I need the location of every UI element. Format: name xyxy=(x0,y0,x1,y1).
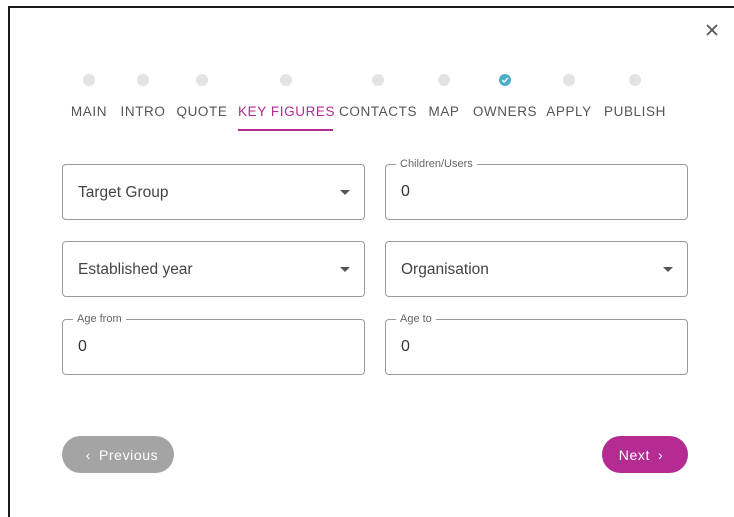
step-indicator-icon xyxy=(372,74,384,86)
children-users-value: 0 xyxy=(401,183,410,200)
established-year-placeholder: Established year xyxy=(78,261,193,278)
step-owners[interactable]: OWNERS xyxy=(472,70,538,130)
check-icon xyxy=(499,74,511,86)
previous-button-label: Previous xyxy=(98,446,159,463)
step-label: PUBLISH xyxy=(604,104,666,119)
age-from-value: 0 xyxy=(78,338,87,355)
step-map[interactable]: MAP xyxy=(424,70,464,130)
organisation-select[interactable]: Organisation xyxy=(385,241,688,297)
age-from-label: Age from xyxy=(73,312,126,326)
next-button[interactable]: Next › xyxy=(602,436,688,473)
step-indicator-icon xyxy=(137,74,149,86)
step-indicator-icon xyxy=(438,74,450,86)
dropdown-caret-icon xyxy=(340,190,350,195)
close-icon[interactable] xyxy=(704,22,720,38)
chevron-right-icon: › xyxy=(657,446,664,463)
step-indicator-icon xyxy=(196,74,208,86)
step-quote[interactable]: QUOTE xyxy=(176,70,228,130)
age-to-value: 0 xyxy=(401,338,410,355)
step-label: MAIN xyxy=(70,104,108,119)
age-from-field[interactable]: Age from 0 xyxy=(62,312,365,375)
age-to-field[interactable]: Age to 0 xyxy=(385,312,688,375)
key-figures-dialog: MAIN INTRO QUOTE KEY FIGURES CONTACTS MA… xyxy=(8,6,734,517)
step-publish[interactable]: PUBLISH xyxy=(602,70,668,130)
chevron-left-icon: ‹ xyxy=(85,446,91,463)
step-navigation: MAIN INTRO QUOTE KEY FIGURES CONTACTS MA… xyxy=(10,70,734,131)
next-button-label: Next xyxy=(618,446,650,463)
step-label: QUOTE xyxy=(176,104,228,119)
active-step-underline xyxy=(238,129,333,131)
age-to-label: Age to xyxy=(396,312,436,326)
children-users-label: Children/Users xyxy=(396,157,477,171)
step-label: APPLY xyxy=(546,104,592,119)
step-label: OWNERS xyxy=(472,104,538,119)
target-group-placeholder: Target Group xyxy=(78,184,169,201)
step-main[interactable]: MAIN xyxy=(66,70,112,130)
children-users-field[interactable]: Children/Users 0 xyxy=(385,157,688,220)
target-group-select[interactable]: Target Group xyxy=(62,164,365,220)
step-key-figures[interactable]: KEY FIGURES xyxy=(238,70,336,131)
step-indicator-icon xyxy=(629,74,641,86)
step-apply[interactable]: APPLY xyxy=(546,70,592,130)
dropdown-caret-icon xyxy=(340,267,350,272)
step-label: CONTACTS xyxy=(339,104,418,119)
established-year-select[interactable]: Established year xyxy=(62,241,365,297)
step-intro[interactable]: INTRO xyxy=(120,70,166,130)
step-label: MAP xyxy=(428,104,460,119)
step-indicator-icon xyxy=(83,74,95,86)
step-indicator-icon xyxy=(563,74,575,86)
dropdown-caret-icon xyxy=(663,267,673,272)
previous-button[interactable]: ‹ Previous xyxy=(62,436,174,473)
step-indicator-icon xyxy=(279,74,292,86)
step-contacts[interactable]: CONTACTS xyxy=(339,70,417,130)
organisation-placeholder: Organisation xyxy=(401,261,489,278)
step-label: KEY FIGURES xyxy=(238,104,336,119)
step-label: INTRO xyxy=(120,104,166,119)
